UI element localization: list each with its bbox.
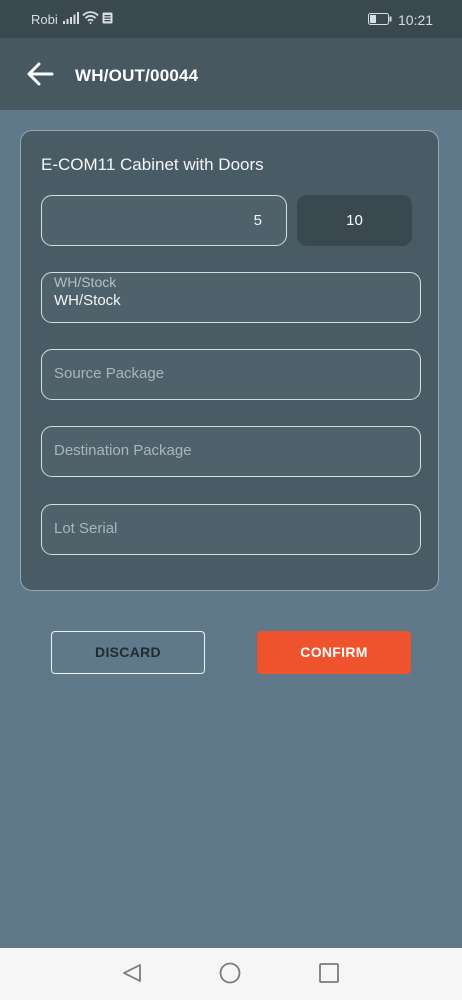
move-line-card: E-COM11 Cabinet with Doors 5 10 WH/Stock… [20,130,439,591]
discard-button[interactable]: DISCARD [51,631,205,674]
square-recents-icon[interactable] [318,962,340,989]
source-package-field[interactable]: Source Package [41,349,421,400]
system-nav-bar [0,948,462,1000]
quantity-done-field[interactable]: 5 [41,195,287,246]
arrow-left-icon[interactable] [26,60,54,93]
carrier-name: Robi [31,12,58,27]
location-label: WH/Stock [54,274,117,290]
triangle-back-icon[interactable] [121,962,143,989]
product-name: E-COM11 Cabinet with Doors [41,155,264,174]
signal-icon [63,12,79,27]
sim-card-icon [102,12,113,27]
confirm-button[interactable]: CONFIRM [257,631,411,674]
destination-package-placeholder: Destination Package [54,442,192,459]
wifi-icon [82,11,99,27]
circle-home-icon[interactable] [219,962,241,989]
lot-serial-field[interactable]: Lot Serial [41,504,421,555]
battery-icon [368,13,392,28]
clock: 10:21 [398,12,434,28]
location-field[interactable]: WH/Stock WH/Stock [41,272,421,323]
quantity-done-value: 5 [253,212,262,229]
page-title: WH/OUT/00044 [75,66,199,85]
destination-package-field[interactable]: Destination Package [41,426,421,477]
location-value: WH/Stock [54,292,121,309]
source-package-placeholder: Source Package [54,365,165,382]
status-bar: Robi 10:21 [0,0,462,38]
app-bar: WH/OUT/00044 [0,38,462,110]
quantity-total-button[interactable]: 10 [297,195,412,246]
lot-serial-placeholder: Lot Serial [54,520,118,537]
